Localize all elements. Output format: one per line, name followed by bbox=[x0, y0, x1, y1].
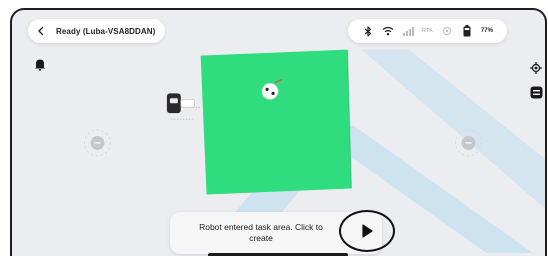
alert-button[interactable] bbox=[30, 54, 50, 74]
watermark-stroke-upper bbox=[361, 49, 545, 209]
map-layers-button[interactable] bbox=[526, 82, 545, 102]
play-icon bbox=[362, 224, 373, 238]
connectivity-pill[interactable]: RTK 77% bbox=[348, 19, 507, 43]
create-task-play-button[interactable] bbox=[339, 210, 395, 252]
wifi-icon bbox=[382, 25, 394, 37]
left-joystick bbox=[84, 129, 111, 157]
bell-icon bbox=[35, 59, 45, 71]
charging-station-icon bbox=[166, 93, 201, 120]
device-status-label: Ready (Luba-VSA8DDAN) bbox=[56, 26, 156, 36]
map-layers-icon bbox=[530, 86, 542, 98]
back-button[interactable] bbox=[32, 22, 50, 40]
rtk-status-label: RTK bbox=[422, 28, 433, 34]
battery-level: 77% bbox=[480, 28, 493, 34]
toast-message: Robot entered task area. Click to create bbox=[199, 222, 323, 243]
bluetooth-icon bbox=[362, 25, 374, 37]
task-area bbox=[200, 49, 352, 195]
status-pill: Ready (Luba-VSA8DDAN) bbox=[28, 19, 166, 43]
chevron-left-icon bbox=[38, 26, 44, 36]
rtk-satellite-icon bbox=[441, 25, 453, 37]
app-screen: Ready (Luba-VSA8DDAN) RTK 77% Robot ente… bbox=[10, 8, 547, 256]
locate-button[interactable] bbox=[526, 58, 545, 78]
cellular-signal-icon bbox=[402, 25, 414, 37]
locate-icon bbox=[530, 62, 542, 74]
battery-icon bbox=[461, 25, 473, 37]
